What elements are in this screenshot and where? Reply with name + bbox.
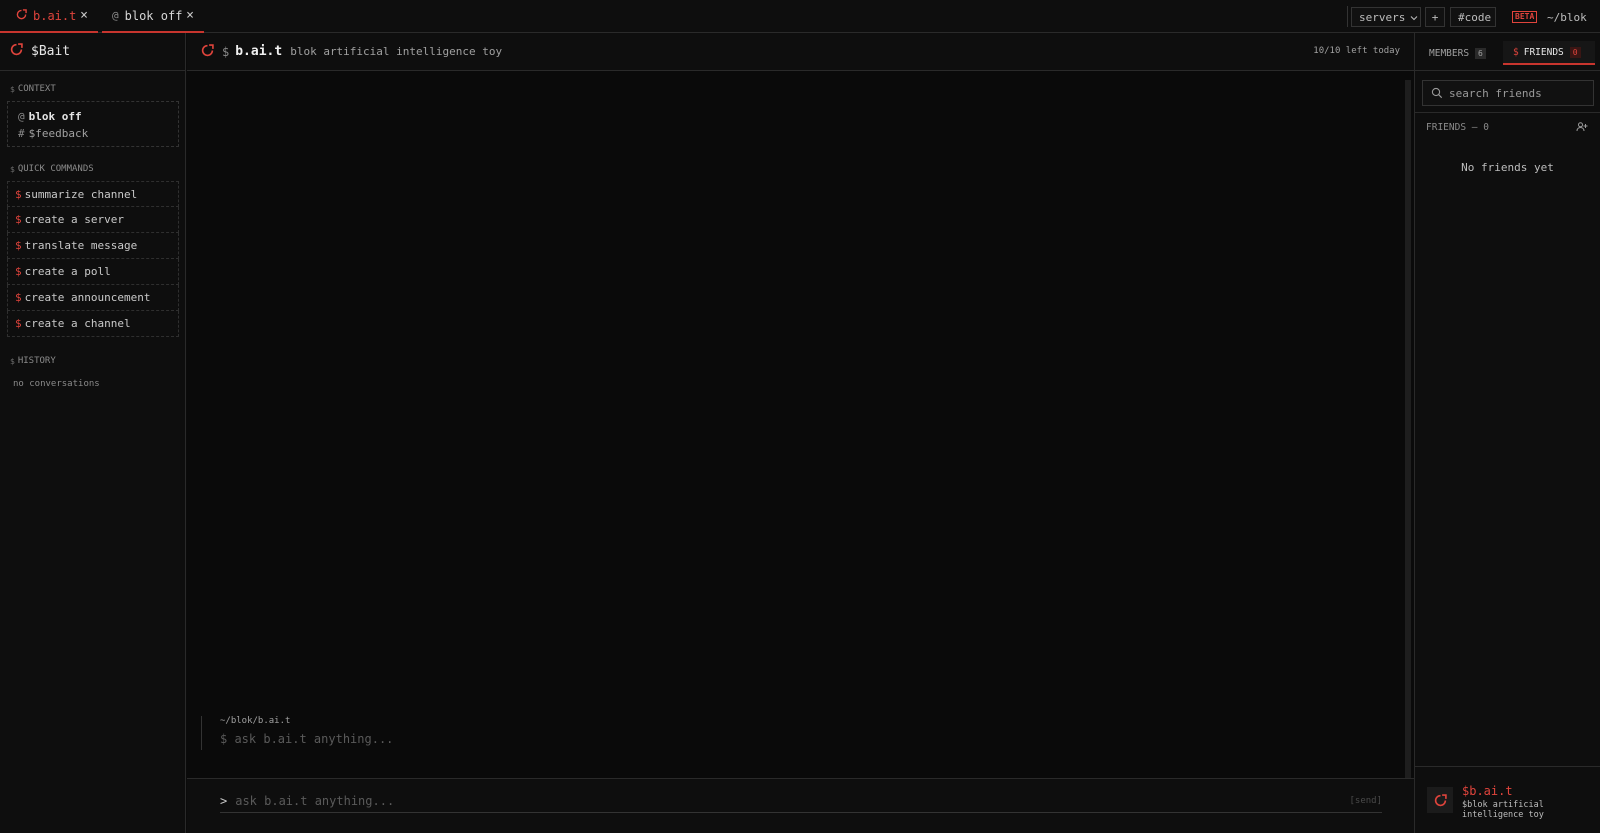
dollar-icon: $ (10, 84, 15, 94)
command-create-announcement[interactable]: $ create announcement (7, 285, 179, 311)
page-title: b.ai.t (235, 44, 283, 59)
quick-commands-list: $ summarize channel $ create a server $ tra… (0, 181, 185, 337)
command-label: translate message (24, 239, 138, 252)
dollar-icon: $ (10, 164, 15, 174)
servers-label: servers (1359, 10, 1406, 24)
quick-commands-label: QUICK COMMANDS (17, 164, 94, 174)
command-summarize-channel[interactable]: $ summarize channel (7, 181, 179, 207)
friends-count-badge: 0 (1569, 46, 1581, 58)
context-title-label: CONTEXT (17, 84, 56, 94)
members-count-badge: 6 (1475, 47, 1486, 59)
toolbar-divider (1347, 6, 1348, 27)
command-label: create a channel (24, 317, 131, 330)
command-label: summarize channel (24, 187, 138, 201)
command-create-channel[interactable]: $ create a channel (7, 311, 179, 337)
chat-input[interactable] (235, 793, 1316, 808)
bait-logo-icon (16, 8, 27, 23)
tab-friends[interactable]: $ FRIENDS 0 (1503, 41, 1595, 65)
context-item-feedback[interactable]: # $feedback (18, 125, 178, 142)
history-title-label: HISTORY (17, 356, 56, 366)
friends-search[interactable] (1422, 80, 1594, 106)
prompt-caret-icon: > (220, 793, 228, 808)
context-item-blok-off[interactable]: @ blok off (18, 108, 178, 125)
command-create-server[interactable]: $ create a server (7, 207, 179, 233)
dollar-icon: $ (15, 317, 22, 330)
code-button[interactable]: #code (1450, 7, 1496, 27)
usage-quota: 10/10 left today (1313, 46, 1400, 56)
prompt-placeholder: $ ask b.ai.t anything... (220, 732, 394, 746)
quick-commands-title: $ QUICK COMMANDS (10, 163, 185, 175)
hash-icon: # (18, 127, 25, 140)
tab-friends-label: FRIENDS (1523, 46, 1564, 58)
command-label: create announcement (24, 291, 151, 304)
dollar-icon: $ (15, 213, 22, 226)
command-label: create a server (24, 213, 124, 226)
tab-members-label: MEMBERS (1429, 47, 1470, 59)
tab-members[interactable]: MEMBERS 6 (1429, 41, 1486, 65)
avatar (1427, 787, 1453, 813)
close-icon[interactable]: × (80, 8, 88, 23)
sidebar-header: $Bait (0, 33, 185, 71)
close-icon[interactable]: × (186, 8, 194, 23)
sidebar-title: $Bait (31, 44, 71, 59)
profile-description: $blok artificial intelligence toy (1462, 800, 1544, 820)
chat-scrollbar[interactable] (1405, 80, 1411, 780)
tab-bait[interactable]: b.ai.t × (0, 0, 98, 33)
context-item-label: blok off (28, 110, 82, 123)
search-icon (1431, 87, 1443, 99)
bait-profile-card[interactable]: $b.ai.t $blok artificial intelligence to… (1415, 766, 1600, 833)
send-button[interactable]: [send] (1349, 796, 1382, 806)
profile-name: $b.ai.t (1462, 784, 1513, 798)
bait-logo-icon (201, 43, 214, 60)
bait-logo-icon (10, 43, 23, 60)
context-box: @ blok off # $feedback (7, 101, 179, 147)
sidebar: $Bait $ CONTEXT @ blok off # $feedback $… (0, 33, 186, 833)
tab-bait-label: b.ai.t (33, 8, 77, 23)
command-translate-message[interactable]: $ translate message (7, 233, 179, 259)
dollar-icon: $ (1513, 46, 1519, 58)
dollar-icon: $ (15, 187, 22, 201)
bait-logo-icon (1434, 793, 1447, 806)
tab-blok-off[interactable]: @ blok off × (102, 0, 204, 33)
command-create-poll[interactable]: $ create a poll (7, 259, 179, 285)
divider (1415, 112, 1600, 113)
add-button[interactable]: + (1425, 7, 1445, 27)
prompt-path: ~/blok/b.ai.t (220, 716, 291, 726)
tab-bar: b.ai.t × @ blok off × servers + #code BE… (0, 0, 1600, 33)
dollar-icon: $ (222, 44, 230, 59)
servers-dropdown[interactable]: servers (1351, 7, 1421, 27)
page-subtitle: blok artificial intelligence toy (290, 45, 503, 58)
chevron-down-icon (1410, 11, 1418, 24)
at-icon: @ (18, 110, 25, 123)
command-label: create a poll (24, 265, 111, 278)
blok-path-link[interactable]: ~/blok (1547, 11, 1587, 24)
search-input[interactable] (1449, 86, 1589, 100)
history-section-title: $ HISTORY (10, 355, 185, 367)
dollar-icon: $ (10, 356, 15, 366)
beta-badge: BETA (1512, 11, 1538, 23)
tab-blok-off-label: blok off (124, 8, 183, 23)
dollar-icon: $ (15, 265, 22, 278)
friends-header-label: FRIENDS — 0 (1426, 121, 1489, 133)
chat-input-line: > [send] (220, 789, 1382, 813)
friends-empty-text: No friends yet (1461, 161, 1554, 174)
right-panel: MEMBERS 6 $ FRIENDS 0 FRIENDS — 0 No fri… (1414, 33, 1600, 833)
main-header: $ b.ai.t blok artificial intelligence to… (187, 33, 1414, 71)
context-section-title: $ CONTEXT (10, 83, 185, 95)
right-panel-tabs: MEMBERS 6 $ FRIENDS 0 (1415, 33, 1600, 71)
history-empty-text: no conversations (13, 379, 100, 389)
prompt-preview: ~/blok/b.ai.t $ ask b.ai.t anything... (201, 716, 601, 750)
context-item-label: $feedback (28, 127, 89, 140)
add-friend-icon[interactable] (1576, 121, 1588, 133)
dollar-icon: $ (15, 239, 22, 252)
at-icon: @ (112, 9, 119, 22)
dollar-icon: $ (15, 291, 22, 304)
main-chat: $ b.ai.t blok artificial intelligence to… (187, 33, 1414, 833)
friends-section-header: FRIENDS — 0 (1415, 115, 1600, 139)
chat-input-bar: > [send] (187, 778, 1414, 833)
